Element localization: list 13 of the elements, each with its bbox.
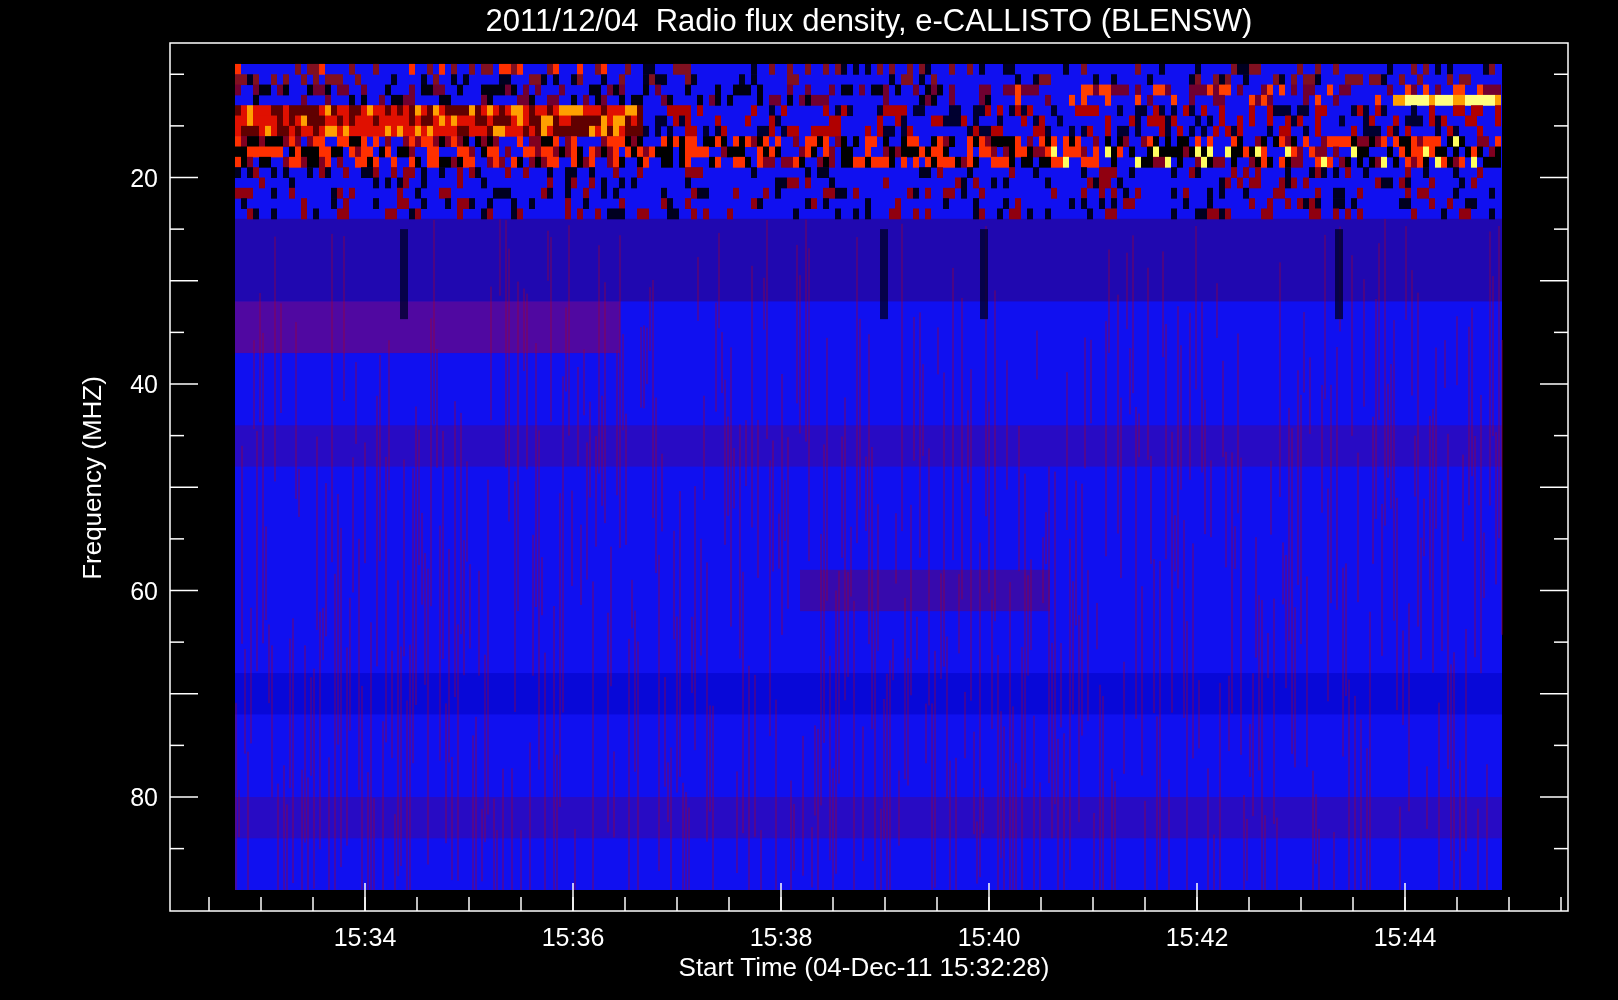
x-tick-label: 15:42 (1165, 923, 1229, 951)
chart-title: 2011/12/04 Radio flux density, e-CALLISTO (BLENSW) (485, 3, 1253, 38)
y-tick-label: 60 (130, 576, 158, 605)
x-tick-label: 15:38 (749, 923, 813, 951)
x-tick-label: 15:44 (1373, 923, 1437, 951)
y-tick-label: 80 (130, 783, 158, 811)
y-axis-label: Frequency (MHZ) (77, 376, 107, 580)
y-tick-label: 40 (130, 370, 158, 398)
x-tick-label: 15:40 (957, 923, 1021, 951)
x-axis-label: Start Time (04-Dec-11 15:32:28) (678, 952, 1050, 982)
y-tick-label: 20 (130, 163, 158, 192)
x-tick-label: 15:34 (333, 923, 397, 951)
x-tick-label: 15:36 (541, 923, 605, 951)
